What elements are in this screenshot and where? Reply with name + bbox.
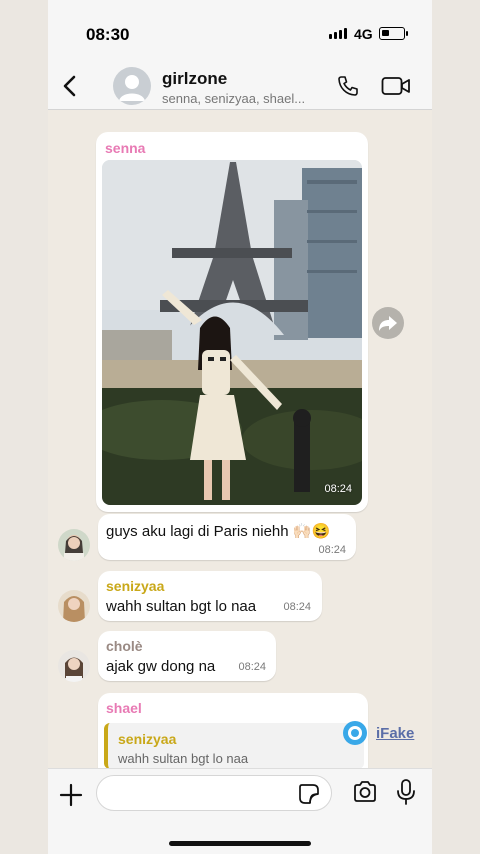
microphone-icon[interactable] [396, 778, 416, 806]
message-bubble[interactable]: guys aku lagi di Paris niehh 🙌🏻😆 08:24 [98, 514, 356, 560]
message-bubble[interactable]: shael senizyaa wahh sultan bgt lo naa [98, 693, 368, 768]
chat-header: girlzone senna, senizyaa, shael... [48, 62, 432, 110]
avatar[interactable] [58, 650, 90, 682]
message-text: wahh sultan bgt lo naa [106, 598, 257, 615]
message-sender: senizyaa [106, 578, 165, 594]
battery-icon [379, 27, 408, 40]
sticker-icon[interactable] [298, 783, 320, 805]
message-sender: shael [106, 700, 142, 716]
phone-screen: 08:30 4G girlzone senna, senizyaa, shael… [48, 0, 432, 854]
photo-eiffel-tower[interactable]: 08:24 [102, 160, 362, 505]
back-icon[interactable] [56, 72, 84, 100]
network-label: 4G [354, 26, 373, 42]
signal-icon [329, 28, 347, 39]
quoted-sender: senizyaa [118, 731, 177, 747]
avatar[interactable] [58, 590, 90, 622]
message-sender: cholè [106, 638, 143, 654]
message-input[interactable] [96, 775, 332, 811]
camera-icon[interactable] [352, 779, 378, 805]
message-sender: senna [105, 140, 146, 156]
right-margin [432, 0, 480, 854]
video-call-icon[interactable] [381, 75, 411, 97]
message-bubble[interactable]: cholè ajak gw dong na 08:24 [98, 631, 276, 681]
input-bar [48, 768, 432, 854]
message-bubble[interactable]: senizyaa wahh sultan bgt lo naa 08:24 [98, 571, 322, 621]
group-members[interactable]: senna, senizyaa, shael... [162, 91, 327, 106]
message-time: 08:24 [283, 601, 311, 613]
quoted-text: wahh sultan bgt lo naa [118, 751, 249, 766]
status-bar: 08:30 4G [48, 0, 432, 62]
left-margin [0, 0, 48, 854]
group-name[interactable]: girlzone [162, 69, 227, 89]
forward-icon[interactable] [372, 307, 404, 339]
home-indicator[interactable] [169, 841, 311, 846]
message-time: 08:24 [318, 544, 346, 556]
plus-icon[interactable] [57, 781, 85, 809]
ifake-label: iFake [376, 724, 415, 742]
message-text: ajak gw dong na [106, 658, 216, 675]
group-avatar-icon[interactable] [113, 67, 151, 105]
avatar[interactable] [58, 529, 90, 561]
phone-call-icon[interactable] [336, 74, 360, 98]
quoted-reply[interactable]: senizyaa wahh sultan bgt lo naa [104, 723, 364, 768]
ifake-logo-icon [343, 721, 367, 745]
status-time: 08:30 [86, 25, 130, 44]
message-time: 08:24 [324, 483, 352, 495]
chat-area[interactable]: senna 08:24 guys aku lagi di Paris niehh… [48, 110, 432, 768]
ifake-watermark: iFake [343, 721, 414, 745]
message-text: guys aku lagi di Paris niehh 🙌🏻😆 [106, 523, 331, 540]
photo-message[interactable]: senna 08:24 [96, 132, 368, 512]
message-time: 08:24 [238, 661, 266, 673]
